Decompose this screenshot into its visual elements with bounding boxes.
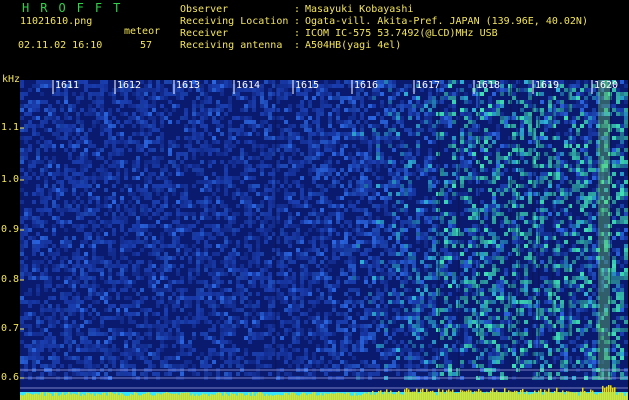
info-key-location: Receiving Location <box>180 16 289 27</box>
filename: 11021610.png <box>20 16 93 27</box>
time-label: 1618 <box>476 80 501 91</box>
time-label: 1614 <box>236 80 261 91</box>
info-colon: : <box>294 4 301 15</box>
time-label: 1619 <box>535 80 560 91</box>
time-label: 1615 <box>295 80 320 91</box>
spectrogram-streak <box>610 80 612 378</box>
time-label: 1616 <box>354 80 379 91</box>
app-title: HROFFT <box>22 1 132 15</box>
spectrogram-streak <box>552 80 554 378</box>
y-tick-label: 0.7 <box>1 323 20 334</box>
spectrogram-streak <box>275 80 277 378</box>
meteor-label: meteor <box>124 26 161 37</box>
y-tick-label: 0.8 <box>1 274 20 285</box>
y-axis-label: kHz <box>2 74 21 85</box>
info-key-observer: Observer <box>180 4 229 15</box>
y-tick-label: 0.6 <box>1 372 20 383</box>
info-key-antenna: Receiving antenna <box>180 40 283 51</box>
spectrogram-svg <box>20 80 628 400</box>
info-value-location: Ogata-vill. Akita-Pref. JAPAN (139.96E, … <box>305 16 588 27</box>
y-tick-label: 1.0 <box>1 174 20 185</box>
spectrogram-streak <box>478 80 480 378</box>
spectrogram-streak <box>518 80 520 378</box>
y-tick-label: 0.9 <box>1 224 20 235</box>
spectrogram-band <box>598 80 610 380</box>
info-colon: : <box>294 16 301 27</box>
time-label: 1612 <box>117 80 142 91</box>
spectrogram-streak <box>438 80 440 378</box>
y-tick-label: 1.1 <box>1 122 20 133</box>
spectrogram-streak <box>568 80 570 378</box>
time-label: 1617 <box>416 80 441 91</box>
time-label: 1613 <box>176 80 201 91</box>
datetime: 02.11.02 16:10 <box>18 40 103 51</box>
info-colon: : <box>294 28 301 39</box>
spectrogram-streak <box>538 80 540 378</box>
time-label: 1611 <box>55 80 80 91</box>
time-label: 1620 <box>594 80 619 91</box>
spectrogram-streak <box>458 80 460 378</box>
info-colon: : <box>294 40 301 51</box>
info-value-antenna: A504HB(yagi 4el) <box>305 40 402 51</box>
spectrogram-streak <box>532 80 534 378</box>
info-value-receiver: ICOM IC-575 53.7492(@LCD)MHz USB <box>305 28 498 39</box>
spectrogram-streak <box>510 80 512 378</box>
info-value-observer: Masayuki Kobayashi <box>305 4 414 15</box>
spectrogram <box>20 80 628 400</box>
info-key-receiver: Receiver <box>180 28 229 39</box>
meteor-count: 57 <box>140 40 153 51</box>
